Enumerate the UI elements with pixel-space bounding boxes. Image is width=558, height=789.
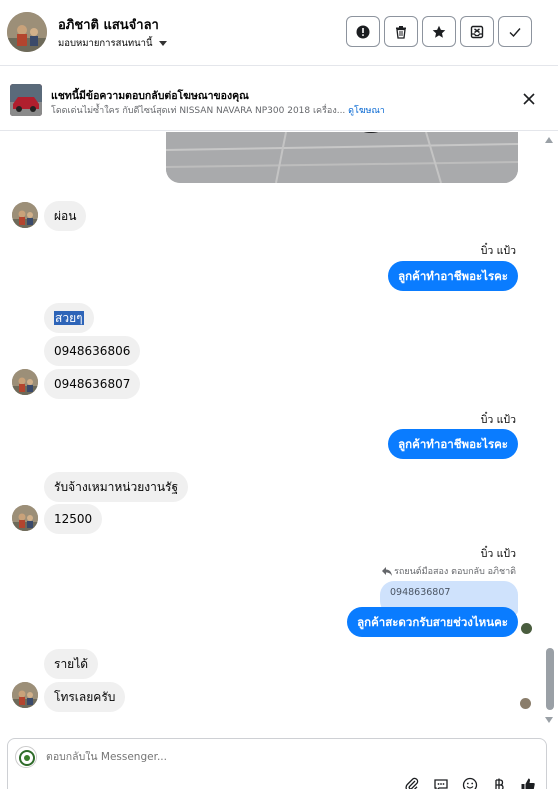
report-icon — [356, 25, 370, 38]
outgoing-message[interactable]: ลูกค้าสะดวกรับสายช่วงไหนคะ — [347, 607, 518, 637]
scrollbar-thumb[interactable] — [546, 648, 554, 710]
incoming-message[interactable]: สวยๆ — [44, 303, 94, 333]
incoming-message[interactable]: 0948636806 — [44, 336, 141, 366]
sender-avatar[interactable] — [12, 369, 38, 395]
reply-context-text: รถยนต์มือสอง ตอบกลับ อภิชาติ — [394, 567, 516, 577]
page-avatar — [15, 746, 37, 768]
message-composer — [7, 738, 547, 789]
scroll-down-arrow[interactable] — [545, 717, 553, 723]
image-attachment[interactable] — [166, 132, 518, 183]
emoji-icon[interactable] — [462, 777, 478, 789]
sender-name: บิ๋ว แป้ว — [480, 245, 516, 257]
close-icon[interactable] — [520, 90, 538, 108]
reply-input[interactable] — [46, 751, 446, 763]
sender-name: บิ๋ว แป้ว — [480, 548, 516, 560]
thumbs-up-icon[interactable] — [520, 777, 536, 789]
ad-description: โดดเด่นไม่ซ้ำใคร กับดีไซน์สุดเท่ NISSAN … — [51, 106, 349, 116]
trash-icon — [396, 25, 406, 39]
mark-done-button[interactable] — [498, 16, 532, 47]
ad-thumbnail[interactable] — [10, 84, 42, 116]
reply-context: รถยนต์มือสอง ตอบกลับ อภิชาติ — [382, 564, 516, 578]
contact-name: อภิชาติ แสนจำลา — [58, 18, 159, 33]
incoming-message[interactable]: รับจ้างเหมาหน่วยงานรัฐ — [44, 472, 189, 502]
outgoing-message[interactable]: ลูกค้าทำอาชีพอะไรคะ — [388, 429, 518, 459]
incoming-message[interactable]: รายได้ — [44, 649, 99, 679]
star-button[interactable] — [422, 16, 456, 47]
star-icon — [432, 25, 446, 38]
report-button[interactable] — [346, 16, 380, 47]
assign-dropdown[interactable]: มอบหมายการสนทนานี้ — [58, 36, 167, 51]
view-ad-link[interactable]: ดูโฆษณา — [348, 106, 385, 116]
sender-avatar[interactable] — [12, 202, 38, 228]
archive-button[interactable] — [460, 16, 494, 47]
message-thread[interactable]: ผ่อน บิ๋ว แป้ว ลูกค้าทำอาชีพอะไรคะ สวยๆ … — [0, 132, 558, 735]
incoming-message[interactable]: โทรเลยครับ — [44, 682, 126, 712]
archive-icon — [470, 25, 484, 38]
incoming-message[interactable]: 12500 — [44, 504, 103, 534]
delete-button[interactable] — [384, 16, 418, 47]
assign-label: มอบหมายการสนทนานี้ — [58, 38, 153, 49]
selected-text: สวยๆ — [54, 311, 84, 325]
sender-name: บิ๋ว แป้ว — [480, 414, 516, 426]
ad-reply-banner: แชทนี้มีข้อความตอบกลับต่อโฆษณาของคุณ โดด… — [0, 70, 558, 131]
read-receipt-avatar — [520, 698, 531, 709]
conversation-header: อภิชาติ แสนจำลา มอบหมายการสนทนานี้ — [0, 0, 558, 66]
outgoing-message[interactable]: ลูกค้าทำอาชีพอะไรคะ — [388, 261, 518, 291]
reply-arrow-icon — [382, 566, 393, 576]
ad-banner-subtitle: โดดเด่นไม่ซ้ำใคร กับดีไซน์สุดเท่ NISSAN … — [51, 103, 385, 117]
chevron-down-icon — [158, 41, 167, 46]
incoming-message[interactable]: ผ่อน — [44, 201, 87, 231]
baht-icon[interactable] — [491, 777, 507, 789]
ad-banner-title: แชทนี้มีข้อความตอบกลับต่อโฆษณาของคุณ — [51, 90, 249, 102]
incoming-message[interactable]: 0948636807 — [44, 369, 141, 399]
sender-avatar[interactable] — [12, 682, 38, 708]
saved-replies-icon[interactable] — [433, 777, 449, 789]
contact-avatar[interactable] — [7, 12, 47, 52]
attachment-icon[interactable] — [404, 777, 420, 789]
read-receipt-avatar — [521, 623, 532, 634]
check-icon — [509, 27, 521, 37]
scroll-up-arrow[interactable] — [545, 137, 553, 143]
sender-avatar[interactable] — [12, 505, 38, 531]
